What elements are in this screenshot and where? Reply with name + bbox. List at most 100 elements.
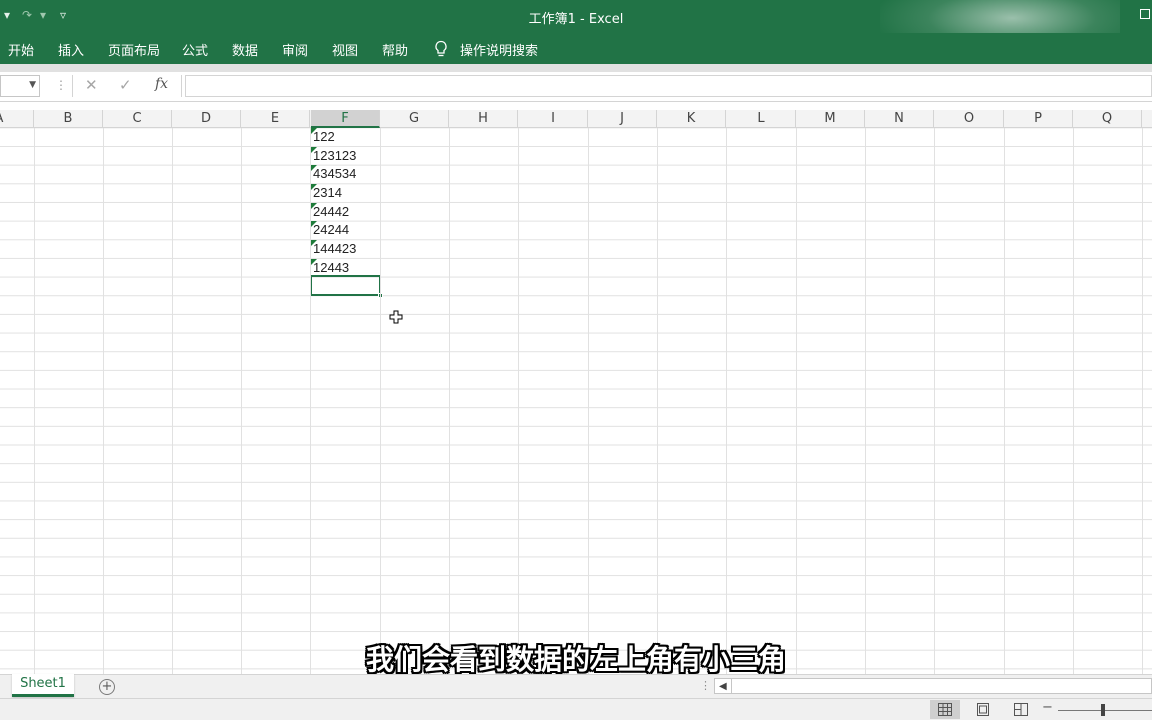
tab-page-layout[interactable]: 页面布局 [108,40,160,59]
formula-bar: ▼ ⋮ ✕ ✓ fx [0,72,1152,102]
error-indicator-icon [311,128,317,134]
grid-column-line [1142,128,1143,674]
status-bar: − [0,698,1152,720]
cell-f3[interactable]: 434534 [311,165,380,183]
column-header-o[interactable]: O [935,110,1004,128]
tab-insert[interactable]: 插入 [58,40,84,59]
cell-cursor-icon [389,310,403,324]
column-header-p[interactable]: P [1004,110,1073,128]
tab-review[interactable]: 审阅 [282,40,308,59]
column-header-m[interactable]: M [796,110,865,128]
name-box-dropdown-icon[interactable]: ▼ [29,80,36,90]
cell-value: 144423 [313,241,357,257]
cell-value: 2314 [313,185,342,200]
sheet-tab-bar: Sheet1 + ⋮ ◀ [0,674,1152,698]
ribbon-tabs: 开始 插入 页面布局 公式 数据 审阅 视图 帮助 操作说明搜索 [0,33,1152,64]
grid-column-line [241,128,242,674]
column-header-a[interactable]: A [0,110,34,128]
column-header-q[interactable]: Q [1073,110,1142,128]
cell-f2[interactable]: 123123 [311,146,380,165]
scrollbar-divider [731,679,732,693]
tab-help[interactable]: 帮助 [382,40,408,59]
horizontal-scrollbar[interactable]: ◀ [714,678,1152,694]
cell-value: 12443 [313,259,350,275]
column-header-i[interactable]: I [519,110,588,128]
error-indicator-icon [311,184,317,190]
column-header-l[interactable]: L [727,110,796,128]
scroll-left-icon[interactable]: ◀ [719,679,727,695]
cell-f7[interactable]: 144423 [311,240,380,258]
cancel-icon[interactable]: ✕ [85,76,98,94]
grid-column-line [934,128,935,674]
grid-column-line [1004,128,1005,674]
grid-column-line [865,128,866,674]
ribbon-collapsed-band [0,64,1152,72]
sheet-tab-sheet1[interactable]: Sheet1 [12,674,74,697]
tab-data[interactable]: 数据 [232,40,258,59]
zoom-knob[interactable] [1101,704,1105,716]
grid-column-line [34,128,35,674]
formula-buttons: ✕ ✓ fx [72,75,182,97]
cell-f8[interactable]: 12443 [311,258,380,277]
grid-column-line [449,128,450,674]
formula-input[interactable] [185,75,1152,97]
column-header-c[interactable]: C [103,110,172,128]
grid-column-line [310,128,311,674]
error-indicator-icon [311,258,317,265]
grid-column-line [726,128,727,674]
worksheet-grid[interactable]: 122 123123 434534 2314 24442 24244 144423 12443 [0,128,1152,674]
grid-column-line [172,128,173,674]
column-header-f[interactable]: F [311,110,380,128]
tab-formulas[interactable]: 公式 [182,40,208,59]
column-header-d[interactable]: D [172,110,241,128]
tab-split-grip[interactable]: ⋮ [700,679,711,692]
tell-me-search[interactable]: 操作说明搜索 [460,40,538,59]
grid-column-line [588,128,589,674]
column-header-g[interactable]: G [380,110,449,128]
grid-column-line [1073,128,1074,674]
video-subtitle: 我们会看到数据的左上角有小三角 [365,643,786,676]
grid-column-line [796,128,797,674]
active-cell[interactable] [310,275,383,298]
grid-column-line [657,128,658,674]
grid-column-line [380,128,381,674]
column-header-h[interactable]: H [449,110,518,128]
enter-icon[interactable]: ✓ [119,76,132,94]
cell-value: 434534 [313,166,357,182]
page-break-view-icon[interactable] [1006,700,1036,719]
insert-function-icon[interactable]: fx [155,76,168,92]
error-indicator-icon [311,146,317,153]
error-indicator-icon [311,165,317,172]
error-indicator-icon [311,240,317,247]
cell-f6[interactable]: 24244 [311,221,380,239]
cell-value: 123123 [313,147,357,163]
zoom-out-icon[interactable]: − [1042,700,1053,715]
zoom-track[interactable] [1058,710,1152,711]
cell-value: 24442 [313,203,350,219]
zoom-slider[interactable]: − [1040,700,1152,719]
add-sheet-icon[interactable]: + [99,679,115,695]
column-header-n[interactable]: N [865,110,934,128]
cell-f4[interactable]: 2314 [311,184,380,202]
error-indicator-icon [311,202,317,209]
grid-column-line [518,128,519,674]
name-box[interactable]: ▼ [0,75,40,97]
error-indicator-icon [311,221,317,228]
column-header-b[interactable]: B [34,110,103,128]
lightbulb-icon[interactable] [434,40,448,58]
cell-f1[interactable]: 122 [311,128,380,146]
column-header-row: ABCDEFGHIJKLMNOPQ [0,110,1152,128]
tab-home[interactable]: 开始 [8,40,34,59]
column-header-j[interactable]: J [588,110,657,128]
cell-f5[interactable]: 24442 [311,202,380,221]
normal-view-icon[interactable] [930,700,960,719]
grid-column-line [103,128,104,674]
cell-value: 24244 [313,222,350,238]
column-header-k[interactable]: K [657,110,726,128]
page-layout-view-icon[interactable] [968,700,998,719]
restore-window-icon[interactable] [1140,9,1150,19]
column-header-e[interactable]: E [241,110,310,128]
title-bar: ▾ ↷ ▾ ▿ 工作簿1 - Excel [0,0,1152,60]
formula-bar-grip: ⋮ [55,78,67,92]
tab-view[interactable]: 视图 [332,40,358,59]
